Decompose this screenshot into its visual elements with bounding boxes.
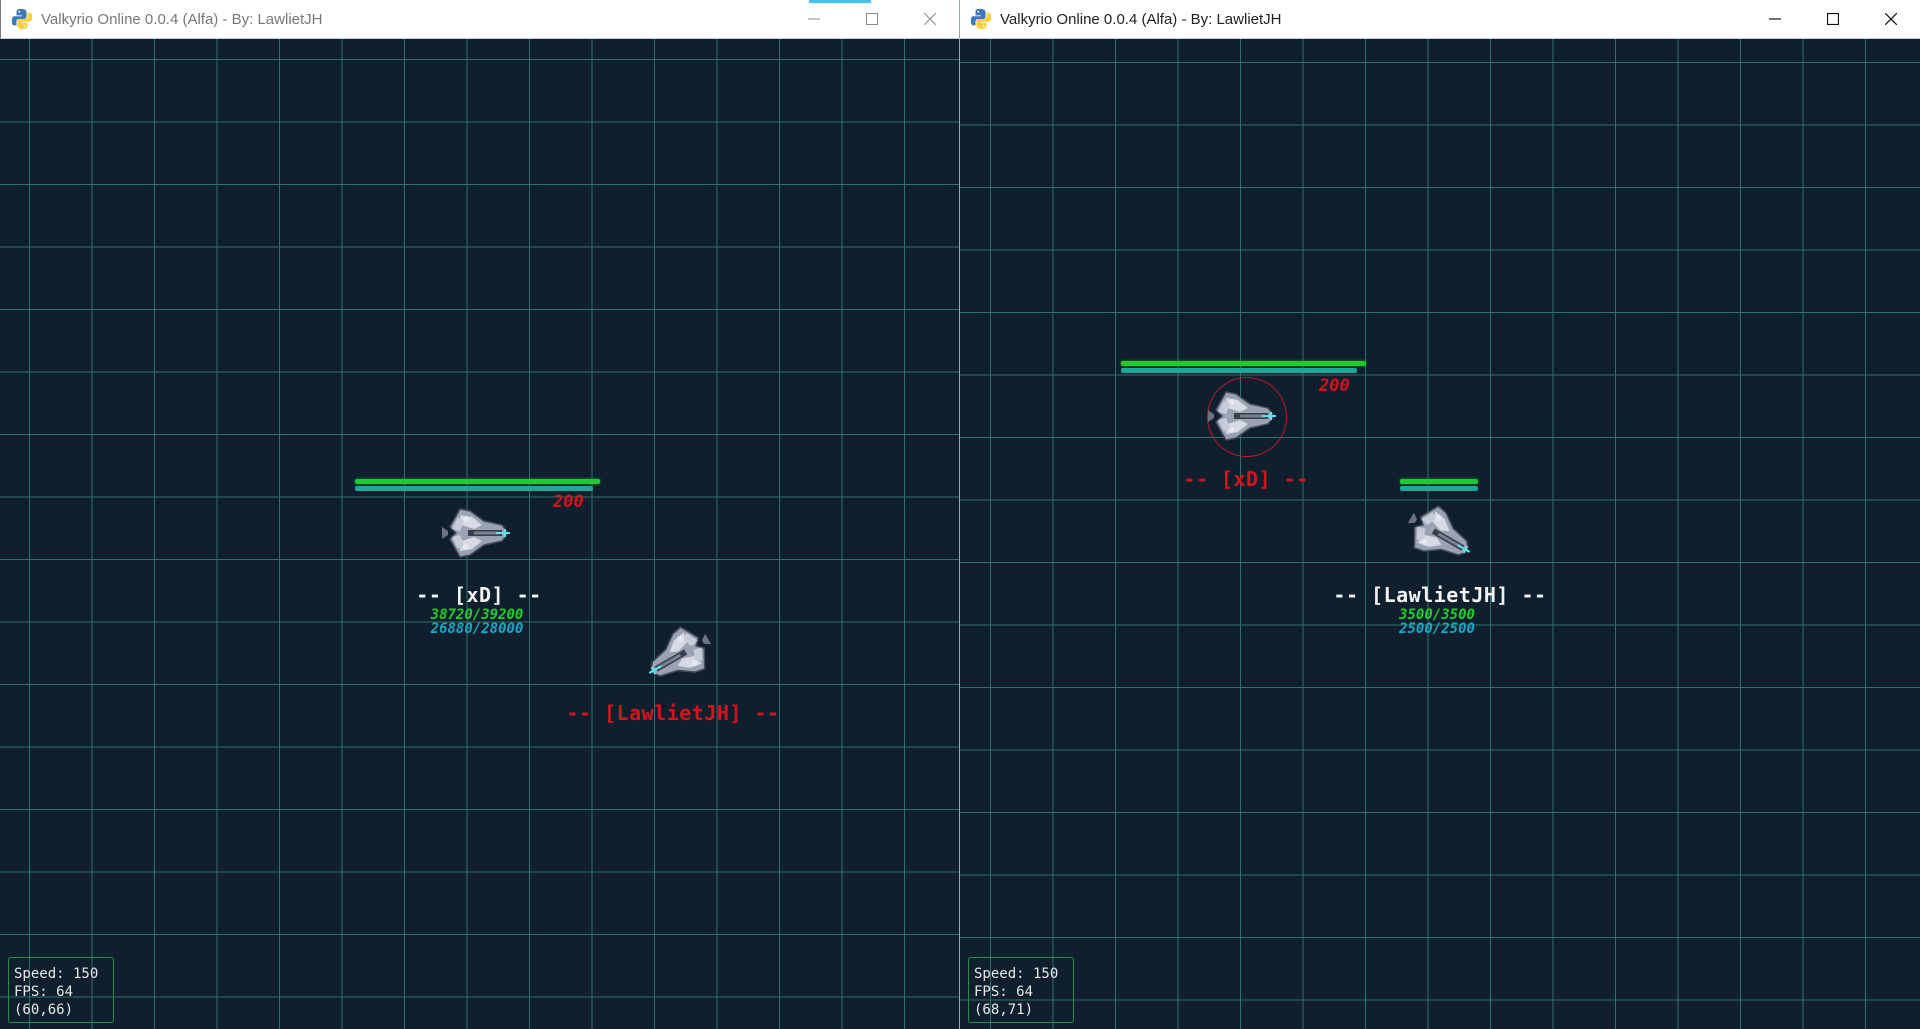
hud-coords: (60,66) (14, 1002, 74, 1018)
minimize-icon (1769, 18, 1781, 20)
player-name-tag: -- [xD] -- (416, 583, 542, 607)
damage-number: 200 (553, 492, 584, 512)
hud-speed: Speed: 150 (14, 966, 99, 982)
close-button[interactable] (901, 0, 959, 38)
hud-panel: Speed: 150 FPS: 64 (68,71) (968, 957, 1074, 1023)
enemy-name-tag: -- [xD] -- (1183, 467, 1309, 491)
minimize-icon (808, 18, 820, 20)
game-window-left[interactable]: Valkyrio Online 0.0.4 (Alfa) - By: Lawli… (0, 0, 960, 1029)
python-icon (11, 8, 33, 30)
close-icon (924, 13, 936, 25)
title-bar[interactable]: Valkyrio Online 0.0.4 (Alfa) - By: Lawli… (0, 0, 959, 39)
player-shield-bar (1400, 486, 1478, 491)
minimize-button[interactable] (1746, 0, 1804, 38)
window-title: Valkyrio Online 0.0.4 (Alfa) - By: Lawli… (1000, 10, 1282, 28)
hud-fps: FPS: 64 (974, 984, 1034, 1000)
maximize-icon (866, 13, 878, 25)
hud-coords: (68,71) (974, 1002, 1034, 1018)
player-hp-bar (355, 479, 600, 484)
python-icon (970, 8, 992, 30)
maximize-icon (1827, 13, 1839, 25)
minimize-button[interactable] (785, 0, 843, 38)
game-window-right[interactable]: Valkyrio Online 0.0.4 (Alfa) - By: Lawli… (960, 0, 1920, 1029)
player-hp-bar (1400, 479, 1478, 484)
player-shield-text: 26880/28000 (430, 621, 524, 637)
enemy-shield-bar (1121, 368, 1357, 373)
hud-panel: Speed: 150 FPS: 64 (60,66) (8, 957, 114, 1023)
player-ship (1400, 496, 1483, 574)
game-viewport[interactable]: 200 -- [xD] -- -- [LawlietJH] -- 3500/35… (960, 39, 1920, 1029)
player-ship (441, 508, 511, 558)
enemy-hp-bar (1121, 361, 1366, 366)
close-icon (1885, 13, 1897, 25)
hud-speed: Speed: 150 (974, 966, 1059, 982)
hud-fps: FPS: 64 (14, 984, 74, 1000)
enemy-name-tag: -- [LawlietJH] -- (566, 701, 780, 725)
enemy-ship[interactable] (637, 617, 717, 697)
player-shield-text: 2500/2500 (1399, 621, 1475, 637)
title-bar[interactable]: Valkyrio Online 0.0.4 (Alfa) - By: Lawli… (960, 0, 1920, 39)
enemy-ship[interactable] (1204, 381, 1284, 451)
close-button[interactable] (1862, 0, 1920, 38)
player-name-tag: -- [LawlietJH] -- (1333, 583, 1547, 607)
damage-number: 200 (1319, 376, 1350, 396)
window-title: Valkyrio Online 0.0.4 (Alfa) - By: Lawli… (41, 10, 323, 28)
game-viewport[interactable]: 200 -- [xD] -- 38720/39200 26880/28000 -… (0, 39, 959, 1029)
maximize-button[interactable] (1804, 0, 1862, 38)
maximize-button[interactable] (843, 0, 901, 38)
player-shield-bar (355, 486, 593, 491)
